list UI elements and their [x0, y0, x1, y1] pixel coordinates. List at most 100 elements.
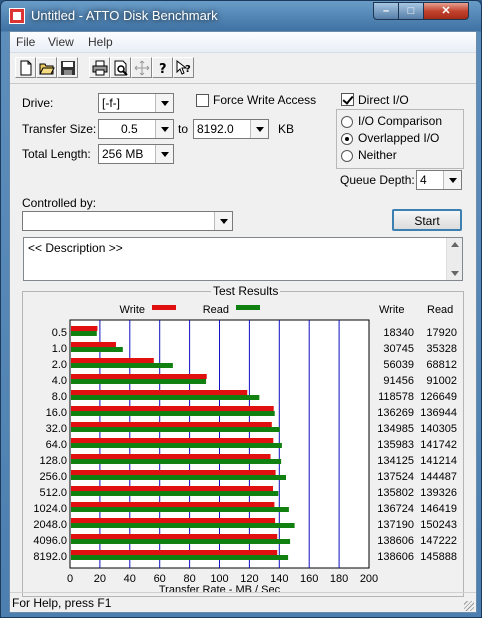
move-icon[interactable] [131, 57, 152, 78]
y-tick-label: 2048.0 [33, 519, 67, 531]
transfer-to-select[interactable]: 8192.0 [193, 119, 269, 139]
write-value: 30745 [383, 343, 414, 355]
chevron-down-icon[interactable] [250, 120, 268, 138]
close-button[interactable]: ✕ [423, 2, 469, 20]
neither-label: Neither [358, 148, 397, 162]
chevron-down-icon[interactable] [443, 171, 461, 189]
read-value: 136944 [420, 407, 457, 419]
read-bar [71, 475, 287, 480]
transfer-from-select[interactable]: 0.5 [98, 119, 174, 139]
save-icon[interactable] [57, 57, 78, 78]
transfer-rate-chart: 0 20 40 60 80 100 120 140 160 180 200Transfer Rate… [33, 304, 457, 596]
print-icon[interactable] [89, 57, 110, 78]
direct-io-checkbox[interactable] [341, 93, 354, 106]
client-area: File View Help ? ? Drive: [-f-] Force Wr… [9, 31, 477, 613]
context-help-icon[interactable]: ? [173, 57, 194, 78]
read-bar [71, 347, 123, 352]
resize-grip-icon[interactable] [464, 601, 474, 611]
minimize-button[interactable]: – [373, 2, 399, 20]
y-tick-label: 1024.0 [33, 503, 67, 515]
write-bar [71, 502, 275, 507]
y-tick-label: 4.0 [52, 375, 67, 387]
open-icon[interactable] [36, 57, 57, 78]
title-bar[interactable]: Untitled - ATTO Disk Benchmark – □ ✕ [1, 1, 481, 31]
write-value: 137190 [377, 519, 414, 531]
y-tick-label: 2.0 [52, 359, 67, 371]
queue-depth-select[interactable]: 4 [416, 170, 462, 190]
write-bar [71, 406, 274, 411]
status-bar: For Help, press F1 [10, 592, 476, 613]
read-bar [71, 379, 207, 384]
y-tick-label: 1.0 [52, 343, 67, 355]
app-icon [9, 8, 25, 24]
legend-read-swatch [236, 305, 260, 310]
io-comparison-label: I/O Comparison [358, 114, 443, 128]
scroll-down-icon[interactable] [451, 271, 459, 276]
write-bar [71, 454, 271, 459]
write-value: 136269 [377, 407, 414, 419]
overlapped-io-radio[interactable] [341, 133, 353, 145]
read-value: 145888 [420, 551, 457, 563]
neither-radio[interactable] [341, 150, 353, 162]
write-bar [71, 438, 274, 443]
x-tick-label: 0 [67, 573, 73, 585]
write-value: 138606 [377, 535, 414, 547]
read-value: 17920 [426, 327, 457, 339]
window-title: Untitled - ATTO Disk Benchmark [31, 8, 218, 23]
write-value: 18340 [383, 327, 414, 339]
chevron-down-icon[interactable] [155, 94, 173, 112]
write-bar [71, 550, 278, 555]
x-tick-label: 20 [94, 573, 106, 585]
y-tick-label: 64.0 [46, 439, 67, 451]
read-column-header: Read [427, 304, 453, 316]
chevron-down-icon[interactable] [155, 120, 173, 138]
read-value: 141742 [420, 439, 457, 451]
write-bar [71, 486, 274, 491]
y-tick-label: 16.0 [46, 407, 67, 419]
description-box[interactable]: << Description >> [23, 237, 463, 281]
total-length-select[interactable]: 256 MB [98, 144, 174, 164]
new-icon[interactable] [15, 57, 36, 78]
read-value: 144487 [420, 471, 457, 483]
y-tick-label: 0.5 [52, 327, 67, 339]
maximize-button[interactable]: □ [398, 2, 424, 20]
write-bar [71, 326, 98, 331]
menu-help[interactable]: Help [88, 35, 113, 49]
legend-write-swatch [152, 305, 176, 310]
io-comparison-radio[interactable] [341, 116, 353, 128]
overlapped-io-label: Overlapped I/O [358, 131, 440, 145]
kb-label: KB [278, 122, 295, 136]
menu-file[interactable]: File [16, 35, 35, 49]
scroll-up-icon[interactable] [451, 242, 459, 247]
read-bar [71, 491, 279, 496]
print-preview-icon[interactable] [110, 57, 131, 78]
description-scrollbar[interactable] [446, 238, 462, 280]
controlled-by-label: Controlled by: [22, 196, 97, 210]
write-value: 138606 [377, 551, 414, 563]
help-icon[interactable]: ? [152, 57, 173, 78]
write-value: 56039 [383, 359, 414, 371]
svg-text:?: ? [185, 64, 191, 75]
read-value: 141214 [420, 455, 457, 467]
app-window: Untitled - ATTO Disk Benchmark – □ ✕ Fil… [0, 0, 482, 618]
write-bar [71, 470, 276, 475]
read-value: 146419 [420, 503, 457, 515]
read-bar [71, 443, 282, 448]
read-bar [71, 427, 280, 432]
force-write-label: Force Write Access [213, 93, 317, 107]
force-write-checkbox[interactable] [196, 94, 209, 107]
drive-select[interactable]: [-f-] [98, 93, 174, 113]
read-value: 35328 [426, 343, 457, 355]
queue-depth-value: 4 [420, 173, 427, 187]
write-value: 136724 [377, 503, 414, 515]
controlled-by-select[interactable] [22, 211, 233, 231]
queue-depth-label: Queue Depth: [340, 173, 415, 187]
x-tick-label: 180 [330, 573, 348, 585]
start-button[interactable]: Start [392, 209, 462, 231]
chevron-down-icon[interactable] [214, 212, 232, 230]
write-value: 137524 [377, 471, 414, 483]
read-bar [71, 507, 289, 512]
chevron-down-icon[interactable] [155, 145, 173, 163]
menu-view[interactable]: View [48, 35, 74, 49]
write-bar [71, 390, 248, 395]
